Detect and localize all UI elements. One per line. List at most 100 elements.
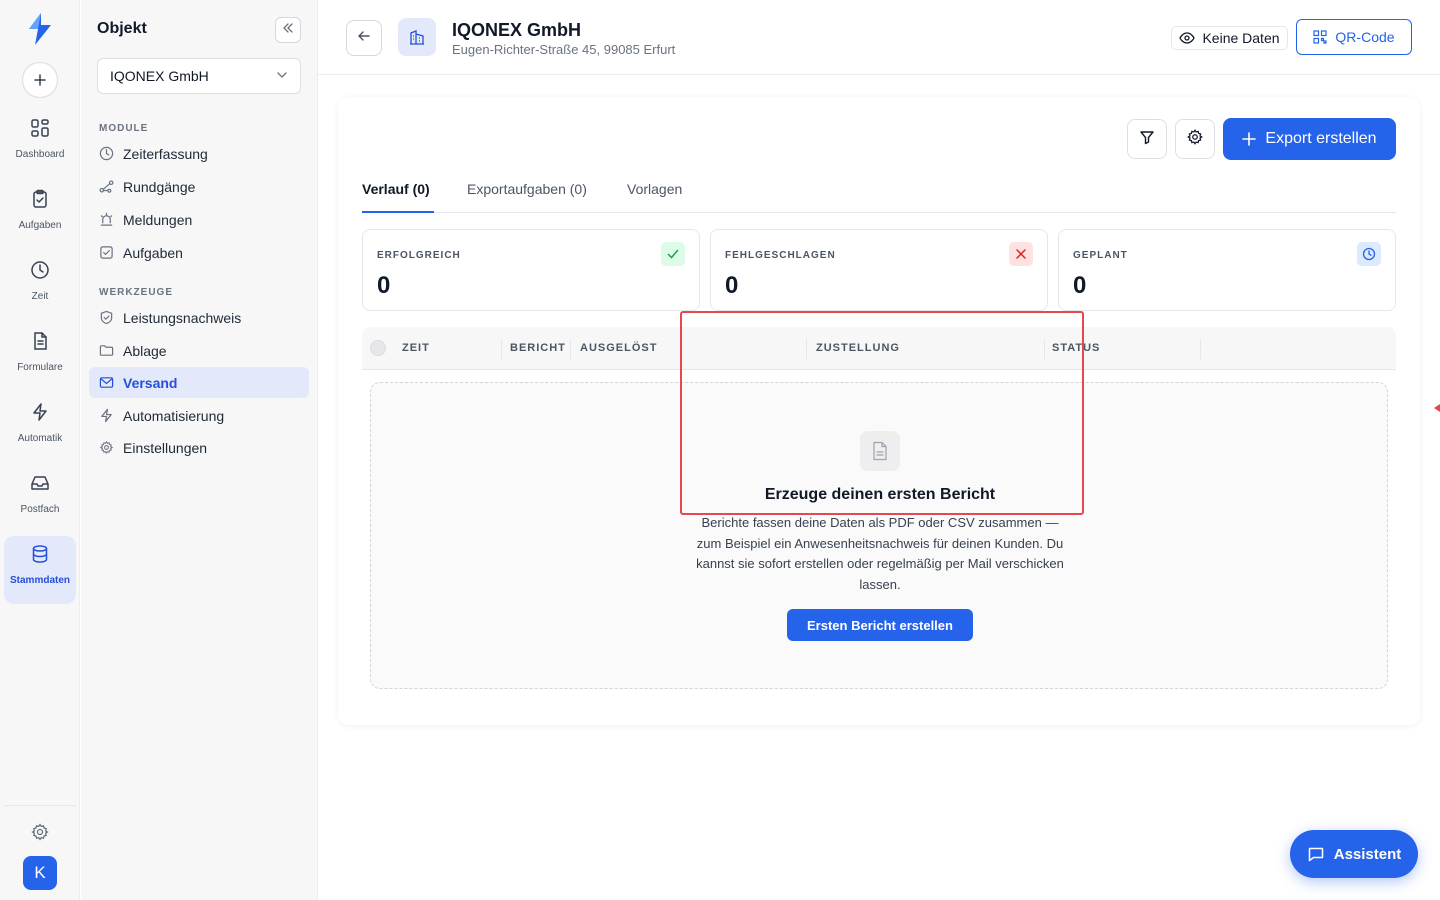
- document-icon: [860, 431, 900, 471]
- column-bericht[interactable]: BERICHT: [510, 342, 566, 354]
- sidebar-item-label: Meldungen: [123, 211, 193, 228]
- sidebar-item-leistungsnachweis[interactable]: Leistungsnachweis: [89, 302, 309, 333]
- column-status[interactable]: STATUS: [1052, 342, 1100, 354]
- column-divider: [806, 339, 807, 359]
- rail-item-label: Zeit: [31, 291, 49, 302]
- back-button[interactable]: [346, 20, 382, 56]
- app-rail: Dashboard Aufgaben Zeit Formulare Automa…: [0, 0, 80, 900]
- lightning-icon: [30, 402, 50, 427]
- object-select-value: IQONEX GmbH: [110, 68, 209, 84]
- inbox-icon: [30, 473, 50, 498]
- sidebar-item-aufgaben[interactable]: Aufgaben: [89, 237, 309, 268]
- create-first-report-button[interactable]: Ersten Bericht erstellen: [787, 609, 973, 641]
- collapse-sidebar-button[interactable]: [275, 17, 301, 43]
- lightning-icon: [98, 408, 114, 424]
- assistant-label: Assistent: [1333, 845, 1402, 863]
- eye-icon: [1179, 32, 1196, 44]
- qr-code-button[interactable]: QR-Code: [1296, 19, 1412, 55]
- sidebar-item-versand[interactable]: Versand: [89, 367, 309, 398]
- sidebar-item-zeiterfassung[interactable]: Zeiterfassung: [89, 138, 309, 169]
- sidebar-item-label: Leistungsnachweis: [123, 309, 242, 326]
- no-data-button[interactable]: Keine Daten: [1171, 26, 1288, 50]
- checkbox-icon: [98, 245, 114, 261]
- rail-item-automatik[interactable]: Automatik: [4, 394, 76, 462]
- qr-code-label: QR-Code: [1335, 29, 1395, 45]
- sidebar-item-automatisierung[interactable]: Automatisierung: [89, 400, 309, 431]
- page-title: IQONEX GmbH: [452, 20, 582, 40]
- rail-item-dashboard[interactable]: Dashboard: [4, 110, 76, 178]
- edge-marker: [1434, 404, 1440, 412]
- stat-label: ERFOLGREICH: [377, 250, 461, 261]
- siren-icon: [98, 212, 114, 228]
- tab-exportaufgaben[interactable]: Exportaufgaben (0): [467, 181, 587, 213]
- mail-icon: [98, 375, 114, 391]
- clipboard-check-icon: [30, 189, 50, 214]
- check-icon: [661, 242, 685, 266]
- assistant-button[interactable]: Assistent: [1290, 830, 1418, 878]
- rail-item-zeit[interactable]: Zeit: [4, 252, 76, 320]
- rail-item-label: Automatik: [17, 433, 63, 444]
- export-create-button[interactable]: Export erstellen: [1223, 118, 1396, 160]
- database-icon: [30, 544, 50, 569]
- stat-label: FEHLGESCHLAGEN: [725, 250, 836, 261]
- stat-value: 0: [725, 272, 739, 299]
- sidebar-item-label: Einstellungen: [123, 439, 208, 456]
- app-logo-icon[interactable]: [26, 12, 54, 46]
- column-divider: [501, 339, 502, 359]
- sidebar-item-label: Automatisierung: [123, 407, 225, 424]
- add-icon[interactable]: [22, 62, 58, 98]
- versand-card: Export erstellen Verlauf (0) Exportaufga…: [338, 97, 1420, 725]
- sidebar-item-label: Ablage: [123, 342, 167, 359]
- sidebar-item-ablage[interactable]: Ablage: [89, 335, 309, 366]
- rail-item-stammdaten[interactable]: Stammdaten: [4, 536, 76, 604]
- sidebar: Objekt IQONEX GmbH MODULE Zeiterfassung …: [81, 0, 318, 900]
- filter-button[interactable]: [1127, 119, 1167, 159]
- sidebar-item-meldungen[interactable]: Meldungen: [89, 204, 309, 235]
- export-create-label: Export erstellen: [1265, 130, 1377, 147]
- column-zustellung[interactable]: ZUSTELLUNG: [816, 342, 900, 354]
- avatar[interactable]: K: [23, 856, 57, 890]
- plus-icon: [1242, 132, 1257, 146]
- gear-icon: [1186, 128, 1204, 151]
- x-icon: [1009, 242, 1033, 266]
- column-zeit[interactable]: ZEIT: [402, 342, 430, 354]
- sidebar-item-einstellungen[interactable]: Einstellungen: [89, 432, 309, 463]
- gear-icon[interactable]: [30, 822, 50, 842]
- column-divider: [570, 339, 571, 359]
- column-divider: [1044, 339, 1045, 359]
- stat-card-geplant: GEPLANT 0: [1058, 229, 1396, 311]
- chevron-down-icon: [276, 68, 288, 84]
- tab-vorlagen[interactable]: Vorlagen: [627, 181, 682, 213]
- tab-verlauf[interactable]: Verlauf (0): [362, 181, 434, 213]
- clock-icon: [1357, 242, 1381, 266]
- rail-item-label: Formulare: [17, 362, 63, 373]
- rail-item-label: Dashboard: [15, 149, 65, 160]
- clock-icon: [98, 146, 114, 162]
- rail-item-label: Aufgaben: [18, 220, 62, 231]
- tab-bar: Verlauf (0) Exportaufgaben (0) Vorlagen: [362, 181, 1396, 213]
- route-icon: [98, 179, 114, 195]
- column-ausgeloest[interactable]: AUSGELÖST: [580, 342, 657, 354]
- stat-label: GEPLANT: [1073, 250, 1128, 261]
- qr-code-icon: [1313, 30, 1328, 44]
- rail-item-label: Stammdaten: [9, 575, 70, 586]
- dashboard-icon: [30, 118, 50, 143]
- table-header: ZEIT BERICHT AUSGELÖST ZUSTELLUNG STATUS: [362, 327, 1396, 370]
- chat-icon: [1308, 847, 1323, 862]
- sidebar-item-rundgaenge[interactable]: Rundgänge: [89, 171, 309, 202]
- column-divider: [1200, 339, 1201, 359]
- gear-icon: [98, 440, 114, 456]
- stat-value: 0: [1073, 272, 1087, 299]
- object-select[interactable]: IQONEX GmbH: [97, 58, 301, 94]
- settings-button[interactable]: [1175, 119, 1215, 159]
- select-all-checkbox[interactable]: [370, 340, 386, 356]
- building-icon: [398, 18, 436, 56]
- rail-item-formulare[interactable]: Formulare: [4, 323, 76, 391]
- rail-item-aufgaben[interactable]: Aufgaben: [4, 181, 76, 249]
- rail-item-postfach[interactable]: Postfach: [4, 465, 76, 533]
- rail-item-label: Postfach: [20, 504, 60, 515]
- clock-icon: [30, 260, 50, 285]
- filter-icon: [1139, 129, 1155, 150]
- page-header: IQONEX GmbH Eugen-Richter-Straße 45, 990…: [318, 0, 1440, 75]
- rail-divider: [4, 805, 76, 806]
